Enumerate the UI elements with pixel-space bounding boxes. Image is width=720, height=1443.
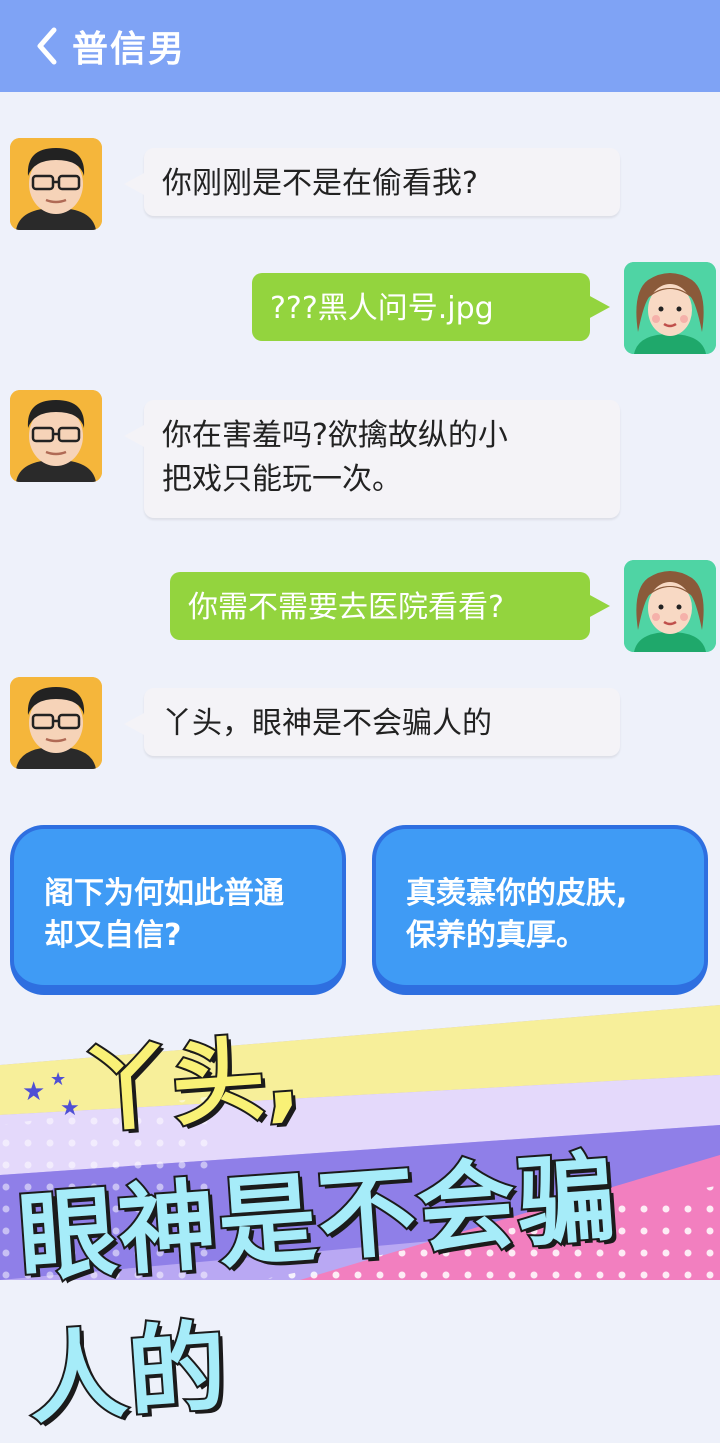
female-avatar[interactable] [624,560,716,652]
svg-text:★: ★ [22,1077,45,1107]
message-text: 你需不需要去医院看看? [188,590,504,625]
message-text: 你刚刚是不是在偷看我? [162,166,478,201]
banner-slogan-line-2: 眼神是不会骗人的 [13,1139,624,1440]
message-text-line: 把戏只能玩一次。 [162,462,402,497]
message-text-line: 你在害羞吗?欲擒故纵的小 [162,418,508,453]
message-text: 丫头，眼神是不会骗人的 [162,706,492,741]
reply-option-2[interactable]: 真羡慕你的皮肤, 保养的真厚。 [372,825,708,995]
male-avatar[interactable] [10,390,102,482]
message-bubble-incoming: 丫头，眼神是不会骗人的 [124,688,620,756]
message-bubble-outgoing: 你需不需要去医院看看? [170,572,610,640]
male-avatar[interactable] [10,677,102,769]
banner-slogan-line-1: 丫头, [75,1021,305,1147]
reply-option-line: 却又自信? [44,918,182,953]
reply-option-line: 真羡慕你的皮肤, [406,876,628,911]
top-bar: 普信男 [0,0,720,92]
svg-text:★: ★ [60,1096,80,1121]
chevron-left-icon[interactable] [22,16,72,76]
svg-text:★: ★ [50,1069,66,1090]
reply-option-line: 保养的真厚。 [406,918,586,953]
message-text: ???黑人问号.jpg [270,291,494,326]
reply-option-line: 阁下为何如此普通 [44,876,284,911]
message-bubble-incoming: 你在害羞吗?欲擒故纵的小 把戏只能玩一次。 [124,400,620,518]
message-bubble-incoming: 你刚刚是不是在偷看我? [124,148,620,216]
chat-title: 普信男 [72,29,187,70]
male-avatar[interactable] [10,138,102,230]
reply-option-1[interactable]: 阁下为何如此普通 却又自信? [10,825,346,995]
female-avatar[interactable] [624,262,716,354]
message-bubble-outgoing: ???黑人问号.jpg [252,273,610,341]
